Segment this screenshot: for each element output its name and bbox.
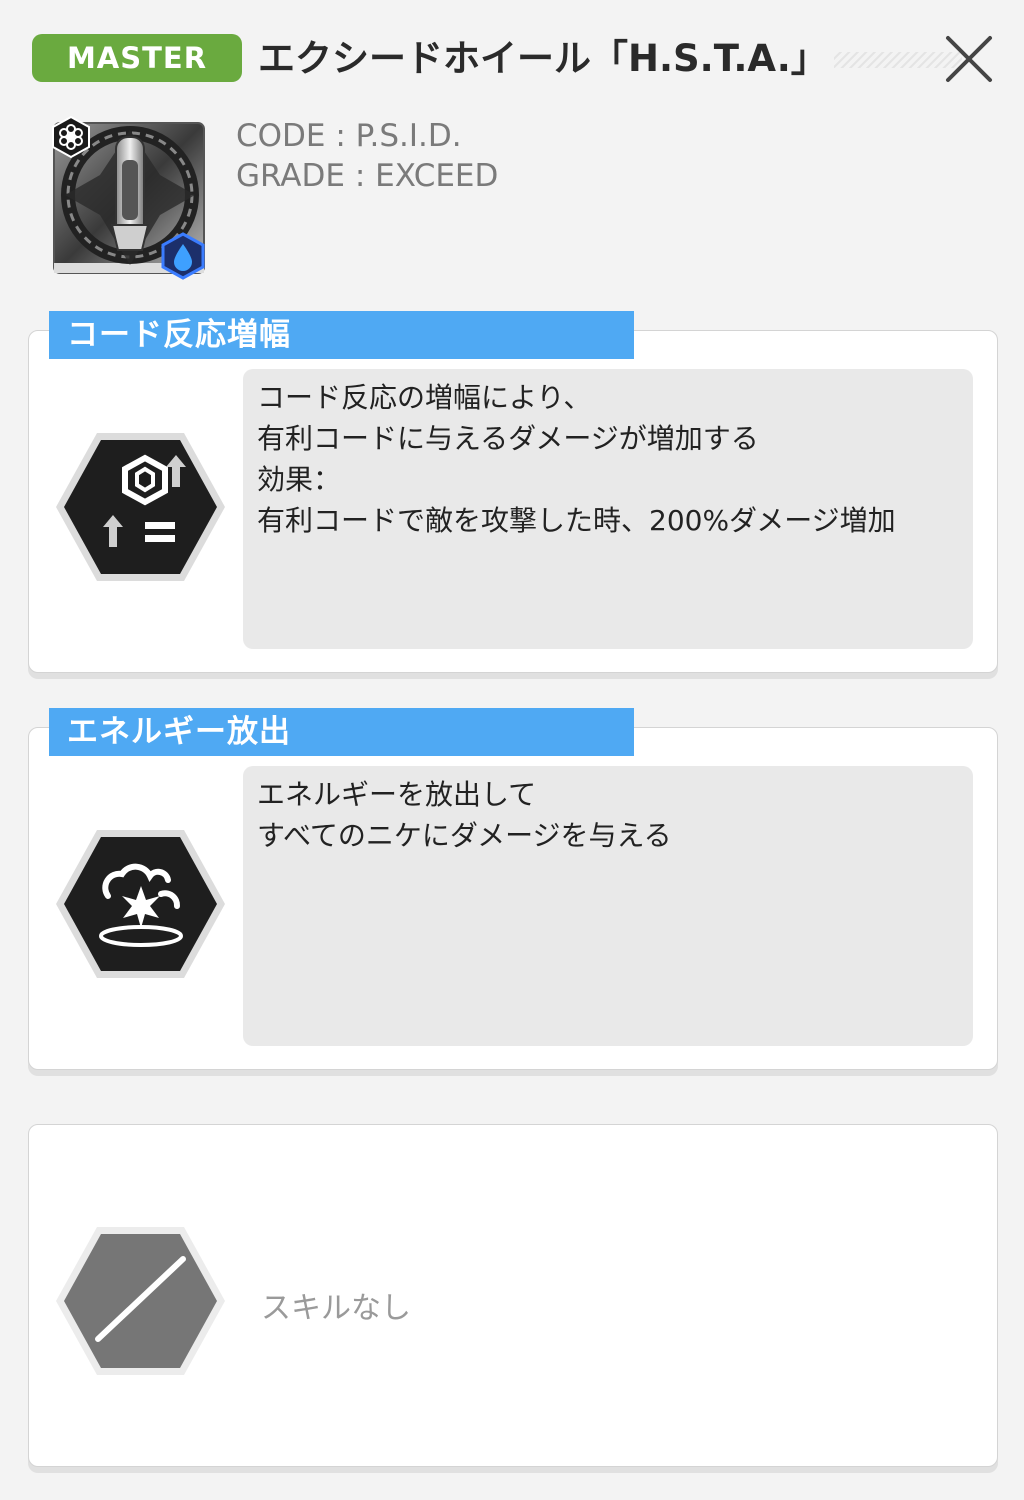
skill-description: コード反応の増幅により、 有利コードに与えるダメージが増加する 効果： 有利コー… [243,369,973,649]
skill-desc-line: 効果： [257,463,342,496]
code-boost-icon [56,433,225,581]
skill-title: エネルギー放出 [49,708,634,756]
energy-burst-icon [56,830,225,978]
skill-desc-line: すべてのニケにダメージを与える [257,819,672,852]
item-info: CODE : P.S.I.D. GRADE : EXCEED [236,116,498,196]
close-button[interactable] [938,30,998,90]
water-drop-icon [161,232,205,280]
skill-card-energy-burst: エネルギー放出 エネルギーを放出して すべてのニケにダメージを与える [28,708,998,1070]
skill-card-empty: スキルなし [28,1124,998,1467]
skill-desc-line: エネルギーを放出して [257,778,537,811]
rank-badge: MASTER [32,34,242,82]
item-thumbnail [50,115,210,280]
skill-description: エネルギーを放出して すべてのニケにダメージを与える [243,766,973,1046]
no-skill-label: スキルなし [261,1291,411,1326]
no-skill-icon [56,1227,225,1375]
item-grade: GRADE : EXCEED [236,158,499,194]
skill-desc-line: 有利コードで敵を攻撃した時、200%ダメージ増加 [257,504,896,537]
item-code: CODE : P.S.I.D. [236,118,462,154]
header: MASTER エクシードホイール「H.S.T.A.」 [32,30,1002,90]
page-title: エクシードホイール「H.S.T.A.」 [258,32,834,86]
skill-detail-page: MASTER エクシードホイール「H.S.T.A.」 CODE: P.S.I.… [0,0,1024,1500]
skill-card-code-boost: コード反応増幅 コード反応の増幅により、 有利コードに与えるダメージが増加する … [28,311,998,673]
skill-title: コード反応増幅 [49,311,634,359]
close-icon [946,36,992,82]
skill-desc-line: コード反応の増幅により、 [257,381,592,414]
skill-desc-line: 有利コードに与えるダメージが増加する [257,422,759,455]
flower-hex-icon [52,115,90,159]
